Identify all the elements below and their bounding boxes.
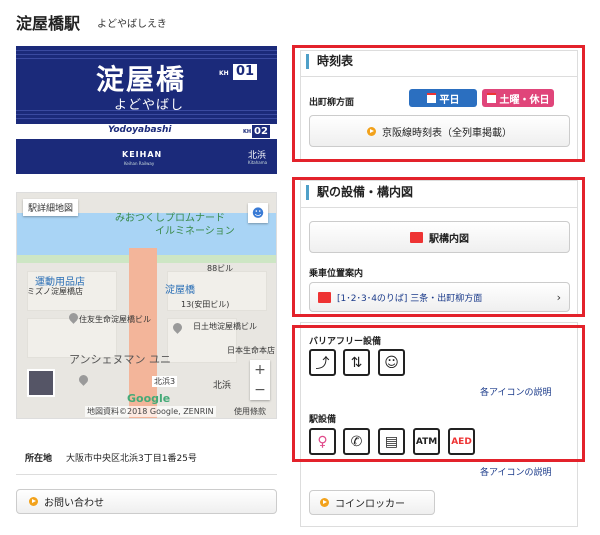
map-attribution: 地図資料©2018 Google, ZENRIN	[85, 406, 216, 417]
boarding-position-label: 乗車位置案内	[309, 269, 364, 279]
escalator-icon: ⤴	[309, 349, 336, 376]
station-equipment-label: 駅設備	[309, 415, 337, 425]
map-label: アンシェヌマン ユニ	[69, 353, 172, 366]
icon-explanation-link[interactable]: 各アイコンの説明	[480, 465, 552, 478]
google-map[interactable]: 駅詳細地図 ☻ みおつくしプロムナード イルミネーション 運動用品店 ミズノ淀屋…	[16, 192, 277, 419]
map-label: 住友生命淀屋橋ビル	[79, 315, 151, 324]
arrow-circle-icon	[367, 126, 376, 136]
contact-button-label: お問い合わせ	[44, 498, 104, 509]
holiday-label: 土曜・休日	[499, 94, 550, 106]
boarding-position-button[interactable]: [1･2･3･4のりば] 三条・出町柳方面 ›	[309, 282, 570, 312]
timetable-direction: 出町柳方面	[309, 98, 355, 108]
google-logo: Google	[127, 392, 171, 405]
address-label: 所在地	[25, 454, 53, 464]
divider	[16, 474, 277, 475]
weekday-label: 平日	[439, 94, 460, 106]
map-terms-link[interactable]: 使用條款	[234, 406, 266, 417]
page-title: 淀屋橋駅	[16, 14, 81, 33]
map-label: 13(安田ビル)	[181, 300, 230, 309]
sign-station-kana: よどやばし	[114, 98, 185, 113]
aed-icon: AED	[448, 428, 475, 455]
baby-care-icon: ☺	[378, 349, 405, 376]
page-title-kana: よどやばしえき	[97, 19, 167, 30]
street-view-pegman-icon[interactable]: ☻	[248, 203, 268, 223]
map-pin-icon[interactable]	[77, 373, 90, 386]
sign-station-name: 淀屋橋	[96, 63, 187, 96]
timetable-heading: 時刻表	[306, 54, 353, 69]
pdf-icon	[318, 291, 331, 303]
divider	[301, 76, 577, 77]
zoom-control: + −	[250, 360, 270, 400]
station-map-label: 駅構内図	[429, 233, 469, 245]
map-label: 北浜	[213, 381, 232, 391]
full-timetable-button[interactable]: 京阪線時刻表（全列車掲載）	[309, 115, 570, 147]
arrow-circle-icon	[320, 498, 329, 507]
keihan-logo: KEIHAN	[122, 150, 163, 159]
address-value: 大阪市中央区北浜3丁目1番25号	[66, 454, 197, 464]
arrow-circle-icon	[29, 497, 38, 506]
restroom-icon: ♀	[309, 428, 336, 455]
full-timetable-label: 京阪線時刻表（全列車掲載）	[382, 127, 512, 139]
locker-icon: ▤	[378, 428, 405, 455]
map-label: 北浜3	[152, 376, 178, 387]
divider	[301, 207, 577, 208]
barrier-free-label: バリアフリー設備	[309, 337, 382, 347]
pdf-icon	[410, 231, 423, 243]
sign-next-code-prefix: KH	[243, 129, 252, 135]
atm-icon: ATM	[413, 428, 440, 455]
chevron-right-icon: ›	[556, 291, 561, 304]
sign-next-station-roman: Kitahama	[248, 160, 268, 165]
keihan-logo-sub: Keihan Railway	[124, 161, 155, 166]
sign-code-number: 01	[233, 64, 258, 80]
sign-station-roman: Yodoyabashi	[108, 125, 172, 135]
map-label: 日本生命本店	[227, 346, 275, 355]
sign-code-prefix: KH	[219, 70, 229, 77]
facilities-heading: 駅の設備・構内図	[306, 185, 413, 200]
weekday-timetable-button[interactable]: 平日	[409, 89, 477, 107]
map-label: 88ビル	[207, 264, 234, 273]
contact-button[interactable]: お問い合わせ	[16, 489, 277, 514]
icon-explanation-link[interactable]: 各アイコンの説明	[480, 385, 552, 398]
map-label: 日土地淀屋橋ビル	[193, 322, 257, 331]
sign-next-code-number: 02	[252, 125, 270, 138]
map-label-station: 淀屋橋	[165, 285, 195, 296]
station-sign: 淀屋橋 KH 01 よどやばし Yodoyabashi KH 02 KEIHAN…	[16, 46, 277, 174]
boarding-position-link-text: [1･2･3･4のりば] 三条・出町柳方面	[337, 293, 483, 304]
calendar-icon	[486, 93, 496, 103]
holiday-timetable-button[interactable]: 土曜・休日	[482, 89, 554, 107]
satellite-toggle-thumbnail[interactable]	[27, 369, 55, 397]
phone-icon: ✆	[343, 428, 370, 455]
map-label: ミズノ淀屋橋店	[27, 287, 83, 296]
station-map-button[interactable]: 駅構内図	[309, 221, 570, 253]
map-label: イルミネーション	[155, 226, 235, 237]
coin-locker-label: コインロッカー	[335, 499, 405, 510]
zoom-out-button[interactable]: −	[250, 380, 270, 400]
elevator-icon: ⇅	[343, 349, 370, 376]
coin-locker-button[interactable]: コインロッカー	[309, 490, 435, 515]
map-detail-link[interactable]: 駅詳細地図	[23, 199, 79, 216]
zoom-in-button[interactable]: +	[250, 360, 270, 380]
calendar-icon	[426, 93, 436, 103]
